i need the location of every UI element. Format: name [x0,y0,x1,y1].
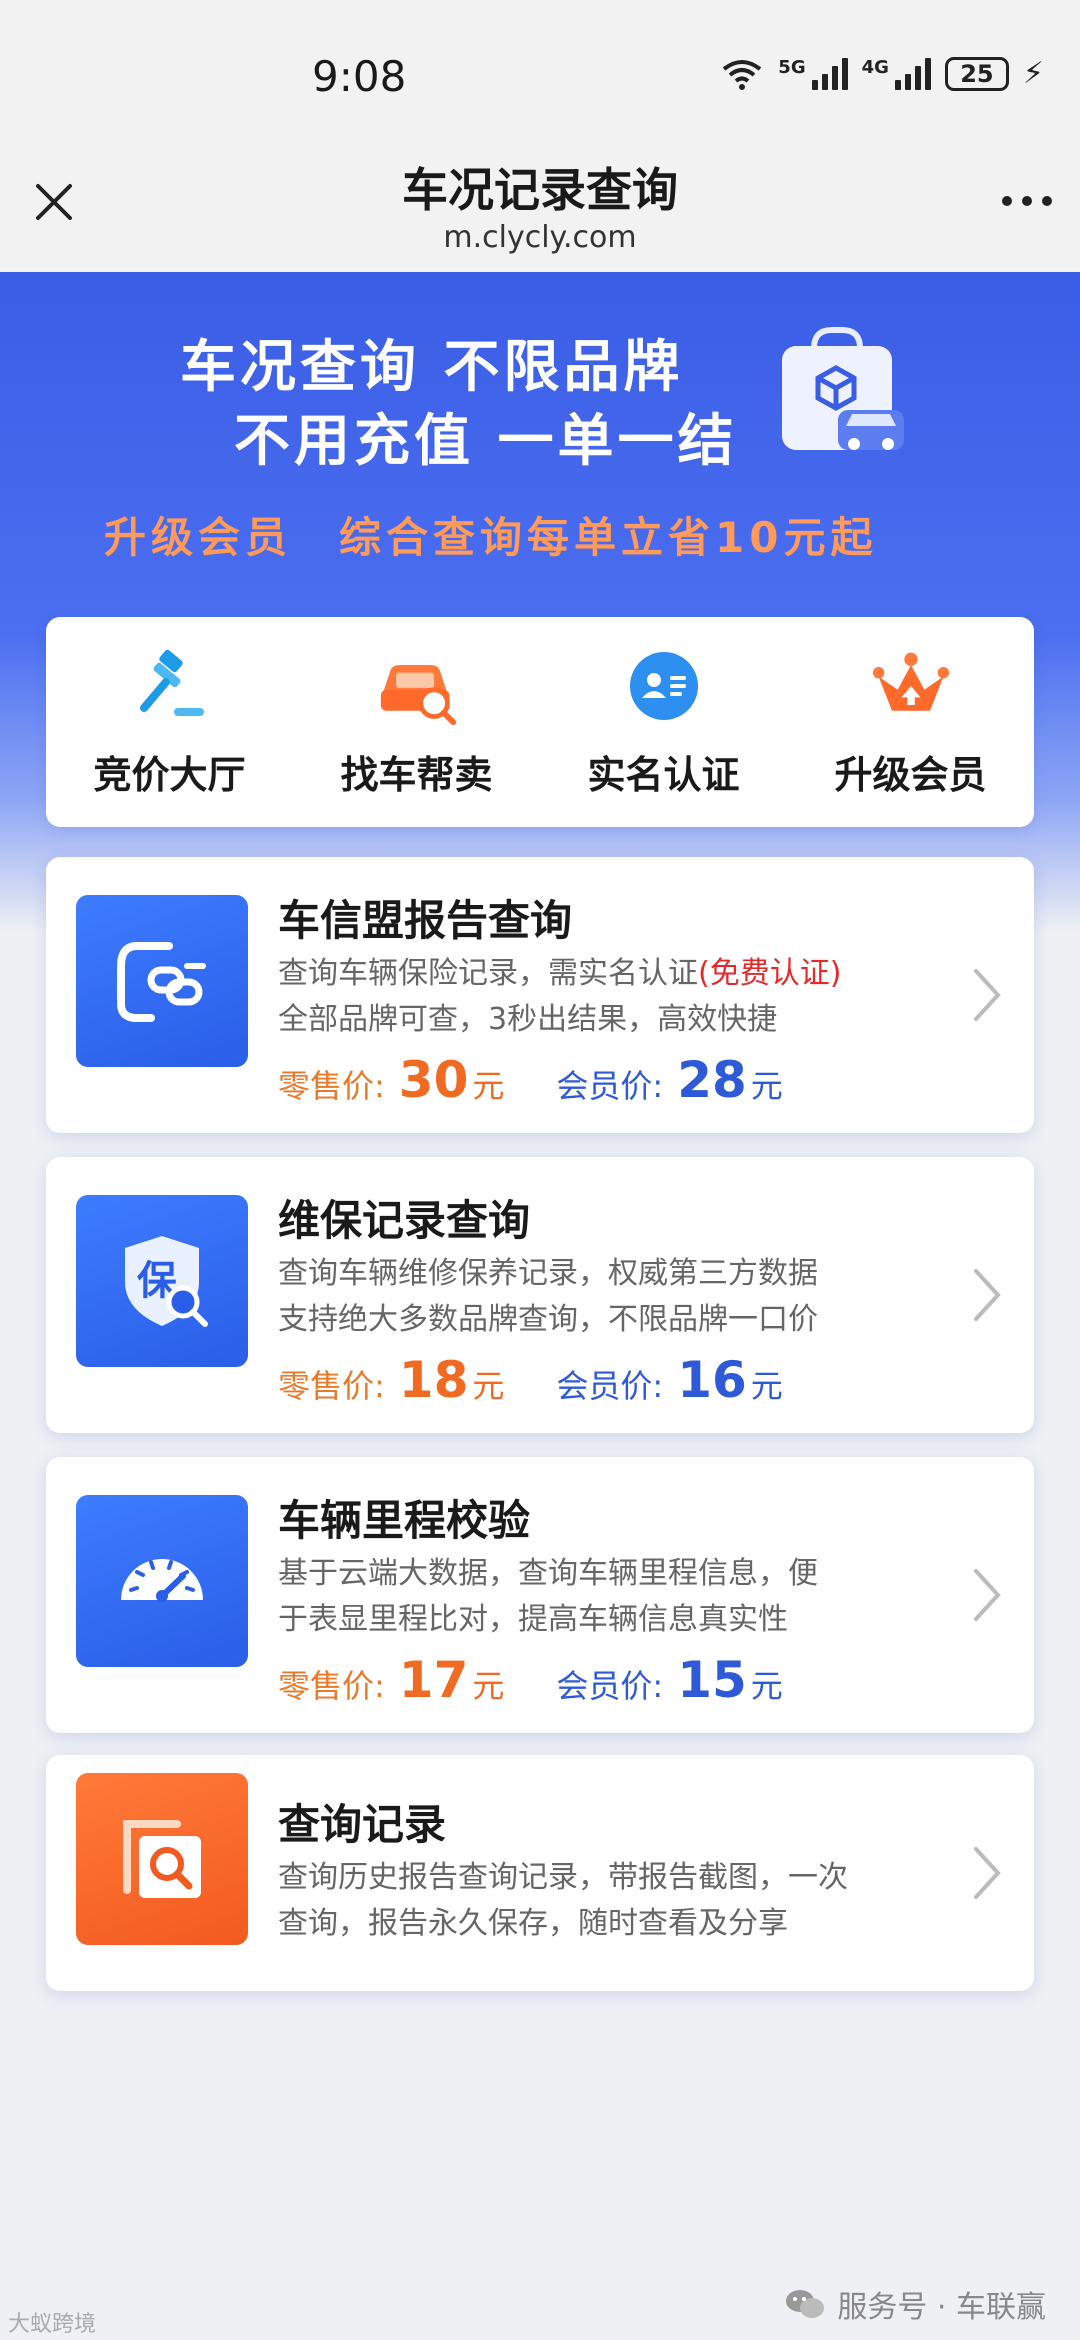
member-price-label: 会员价: [556,1667,664,1705]
chevron-right-icon [974,1847,1001,1899]
banner-promo-text: 升级会员 综合查询每单立省10元起 [104,513,878,562]
retail-price-value: 30 [398,1051,469,1109]
signal-4g-icon: 4G [861,56,931,90]
member-price-unit: 元 [750,1067,783,1105]
retail-price-value: 18 [398,1351,469,1409]
quick-nav: 竞价大厅 找车帮卖 实名认证 升级会员 [46,617,1034,827]
page-url: m.clycly.com [443,220,637,255]
retail-price-unit: 元 [472,1667,505,1705]
card-title: 查询记录 [278,1800,447,1849]
card-desc-line-1: 查询车辆维修保养记录，权威第三方数据 [278,1256,818,1291]
banner-headline-2: 不用充值 一单一结 [234,409,738,474]
member-price-value: 16 [677,1351,747,1409]
card-desc-line-1: 基于云端大数据，查询车辆里程信息，便 [278,1556,818,1591]
signal-5g-label: 5G [778,56,806,78]
price-row: 零售价: 30 元 会员价: 28 元 [278,1051,783,1109]
card-title: 车信盟报告查询 [278,896,573,945]
promo-banner[interactable]: 车况查询 不限品牌 不用充值 一单一结 升级会员 综合查询每单立省10元起 [0,272,1080,932]
car-link-icon [76,895,248,1067]
retail-price-unit: 元 [472,1067,505,1105]
watermark-left-text: 大蚁跨境 [8,2312,97,2337]
auction-hammer-icon [130,646,210,726]
retail-price-label: 零售价: [278,1067,385,1105]
watermark-left: 大蚁跨境 [8,2306,96,2338]
price-row: 零售价: 17 元 会员价: 15 元 [278,1651,783,1709]
chevron-right-icon [974,1269,1001,1321]
signal-5g-icon: 5G [778,56,848,90]
service-card-insurance[interactable]: 车信盟报告查询 查询车辆保险记录，需实名认证(免费认证) 全部品牌可查，3秒出结… [46,857,1034,1133]
card-desc-line-2: 查询，报告永久保存，随时查看及分享 [278,1906,788,1941]
id-card-icon [624,646,704,726]
nav-label: 升级会员 [834,752,987,797]
card-desc-line-2: 支持绝大多数品牌查询，不限品牌一口价 [278,1302,818,1337]
card-desc-line-2: 全部品牌可查，3秒出结果，高效快捷 [278,1002,778,1037]
member-price-label: 会员价: [556,1067,664,1105]
nav-label: 找车帮卖 [340,752,493,797]
watermark-right-text: 服务号 · 车联赢 [837,2290,1046,2325]
status-bar: 9:08 5G 4G 25 ⚡ [0,0,1080,160]
member-price-value: 28 [677,1051,747,1109]
nav-item-verify[interactable]: 实名认证 [554,646,774,799]
nav-label: 实名认证 [587,752,740,797]
watermark-right: 服务号 · 车联赢 [785,2282,1046,2326]
card-desc-line-1: 查询历史报告查询记录，带报告截图，一次 [278,1860,848,1895]
member-price-label: 会员价: [556,1367,664,1405]
wifi-icon [723,59,762,90]
document-search-icon [76,1773,248,1945]
card-description: 查询车辆维修保养记录，权威第三方数据 支持绝大多数品牌查询，不限品牌一口价 [278,1251,918,1343]
battery-level: 25 [960,59,994,88]
nav-item-upgrade[interactable]: 升级会员 [801,646,1021,799]
service-card-maintenance[interactable]: 保 维保记录查询 查询车辆维修保养记录，权威第三方数据 支持绝大多数品牌查询，不… [46,1157,1034,1433]
more-dot-icon [1042,196,1052,206]
card-description: 基于云端大数据，查询车辆里程信息，便 于表显里程比对，提高车辆信息真实性 [278,1551,918,1643]
more-dot-icon [1002,196,1012,206]
card-description: 查询车辆保险记录，需实名认证(免费认证) 全部品牌可查，3秒出结果，高效快捷 [278,951,918,1043]
crown-icon [871,646,951,726]
app-header: 车况记录查询 m.clycly.com [0,140,1080,272]
member-price-unit: 元 [750,1667,783,1705]
banner-headline-1: 车况查询 不限品牌 [180,335,684,400]
service-card-mileage[interactable]: 车辆里程校验 基于云端大数据，查询车辆里程信息，便 于表显里程比对，提高车辆信息… [46,1457,1034,1733]
chevron-right-icon [974,1569,1001,1621]
card-title: 车辆里程校验 [278,1496,531,1545]
retail-price-label: 零售价: [278,1667,385,1705]
more-options-button[interactable] [1002,196,1052,206]
car-search-icon [377,646,457,726]
card-desc-line-2: 于表显里程比对，提高车辆信息真实性 [278,1602,788,1637]
status-icons: 5G 4G 25 ⚡ [720,56,1044,91]
speedometer-icon [76,1495,248,1667]
service-card-history[interactable]: 查询记录 查询历史报告查询记录，带报告截图，一次 查询，报告永久保存，随时查看及… [46,1755,1034,1991]
member-price-unit: 元 [750,1367,783,1405]
car-shopping-bag-icon [782,327,904,450]
signal-4g-label: 4G [861,56,889,78]
charging-icon: ⚡ [1022,56,1044,91]
card-desc-line-1: 查询车辆保险记录，需实名认证 [278,956,698,991]
retail-price-unit: 元 [472,1367,505,1405]
chevron-right-icon [974,969,1001,1021]
retail-price-value: 17 [398,1651,469,1709]
status-time: 9:08 [312,52,407,101]
wechat-icon [786,2290,825,2318]
nav-item-find-car[interactable]: 找车帮卖 [307,646,527,799]
card-title: 维保记录查询 [278,1196,531,1245]
card-description: 查询历史报告查询记录，带报告截图，一次 查询，报告永久保存，随时查看及分享 [278,1855,918,1947]
page-title: 车况记录查询 [402,163,678,217]
free-verify-tag[interactable]: (免费认证) [698,956,841,991]
price-row: 零售价: 18 元 会员价: 16 元 [278,1351,783,1409]
battery-icon: 25 [944,56,1009,91]
shield-search-icon: 保 [76,1195,248,1367]
member-price-value: 15 [677,1651,747,1709]
retail-price-label: 零售价: [278,1367,385,1405]
nav-item-auction[interactable]: 竞价大厅 [60,646,280,799]
more-dot-icon [1022,196,1032,206]
nav-label: 竞价大厅 [93,752,246,797]
